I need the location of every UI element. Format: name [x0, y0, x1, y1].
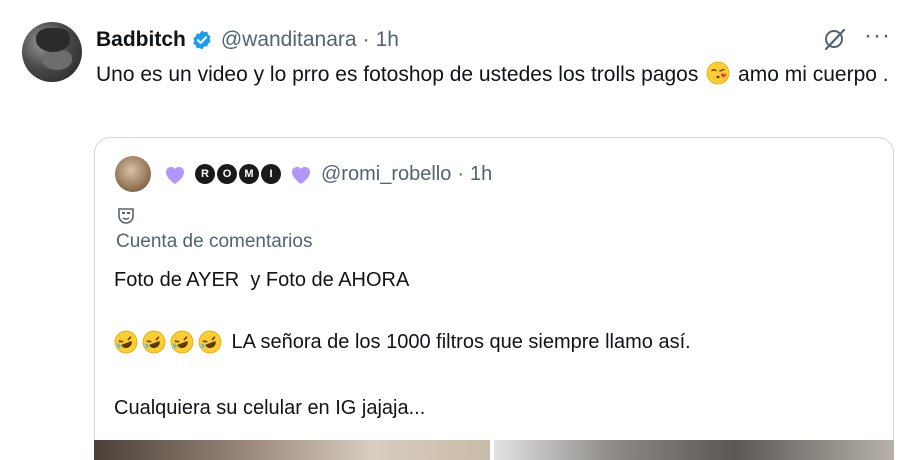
quoted-tweet-header: R O M I @romi_robello · 1h: [159, 160, 492, 188]
verified-badge-icon: [193, 30, 211, 50]
name-letter: M: [239, 164, 259, 184]
quoted-text-line2-text: LA señora de los 1000 filtros que siempr…: [226, 330, 691, 353]
name-letter: R: [195, 164, 215, 184]
account-label: Cuenta de comentarios: [116, 231, 313, 252]
quoted-tweet-time[interactable]: 1h: [470, 163, 492, 186]
name-letter: I: [261, 164, 281, 184]
quoted-text-line3: Cualquiera su celular en IG jajaja...: [114, 397, 426, 419]
laughing-emoji-icon: [198, 330, 222, 354]
quoted-author-avatar[interactable]: [115, 156, 151, 192]
name-letter: O: [217, 164, 237, 184]
media-image[interactable]: [94, 440, 490, 460]
grok-icon[interactable]: [822, 26, 848, 52]
quoted-text-line1: Foto de AYER y Foto de AHORA: [114, 269, 410, 291]
more-icon[interactable]: ···: [864, 22, 891, 50]
laughing-emoji-icon: [114, 330, 138, 354]
tweet-text-part2: amo mi cuerpo .: [732, 63, 889, 86]
quoted-media[interactable]: [94, 440, 894, 460]
laughing-emoji-icon: [170, 330, 194, 354]
tweet-text-part1: Uno es un video y lo prro es fotoshop de…: [96, 63, 705, 86]
author-name[interactable]: Badbitch: [96, 28, 186, 52]
separator-dot: ·: [457, 162, 465, 185]
quoted-author-handle[interactable]: @romi_robello: [321, 163, 451, 186]
tweet-text: Uno es un video y lo prro es fotoshop de…: [96, 60, 906, 90]
purple-heart-icon: [166, 167, 184, 184]
quoted-author-name[interactable]: R O M I: [195, 164, 281, 184]
author-avatar[interactable]: [22, 22, 82, 82]
separator-dot: ·: [362, 28, 370, 51]
mask-icon: [118, 208, 134, 224]
laughing-emoji-icon: [142, 330, 166, 354]
kiss-emoji-icon: [706, 61, 730, 85]
quoted-text-line2: LA señora de los 1000 filtros que siempr…: [114, 330, 691, 354]
tweet-header: Badbitch @wanditanara · 1h: [96, 27, 399, 53]
media-image[interactable]: [494, 440, 894, 460]
author-handle[interactable]: @wanditanara: [221, 28, 357, 52]
tweet-time[interactable]: 1h: [376, 28, 399, 52]
purple-heart-icon: [292, 167, 310, 184]
